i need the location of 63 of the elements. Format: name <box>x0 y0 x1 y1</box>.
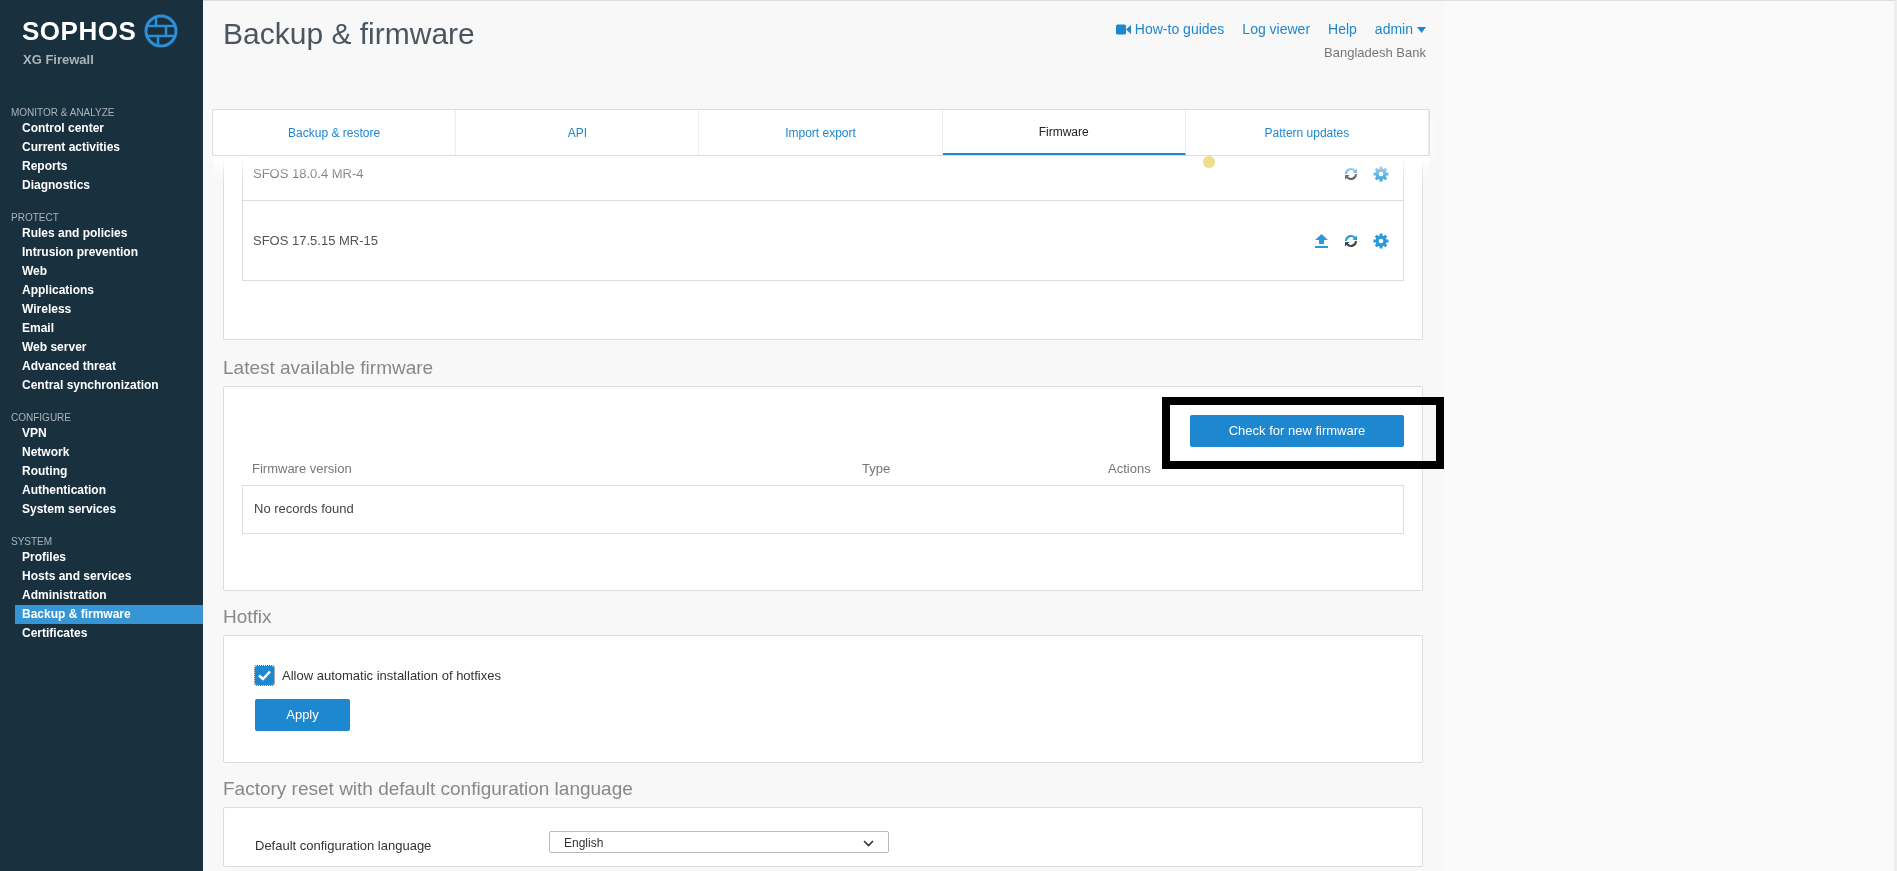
column-header: Actions <box>1108 460 1151 478</box>
column-header: Firmware version <box>252 460 353 478</box>
sidebar-item[interactable]: Web <box>15 261 203 281</box>
sidebar-item[interactable]: Profiles <box>15 547 203 567</box>
header-link[interactable]: Help <box>1328 19 1357 40</box>
section-heading: PROTECT <box>10 210 60 224</box>
tab[interactable]: API <box>456 110 700 155</box>
sidebar-item[interactable]: Advanced threat <box>15 356 203 376</box>
sidebar-item[interactable]: Certificates <box>15 623 203 643</box>
sidebar-item[interactable]: Current activities <box>15 137 203 157</box>
sidebar-item[interactable]: Reports <box>15 156 203 176</box>
tab[interactable]: Backup & restore <box>213 110 457 155</box>
empty-message: No records found <box>254 500 354 519</box>
sidebar-item[interactable]: Administration <box>15 585 203 605</box>
refresh-icon[interactable] <box>1343 166 1359 182</box>
sidebar-item[interactable]: Rules and policies <box>15 223 203 243</box>
sidebar-item[interactable]: Web server <box>15 337 203 357</box>
check-firmware-button[interactable]: Check for new firmware <box>1190 415 1404 447</box>
field-label: Default configuration language <box>255 837 433 855</box>
section-heading: MONITOR & ANALYZE <box>10 105 116 119</box>
sidebar-item[interactable]: Hosts and services <box>15 566 203 586</box>
firmware-version: SFOS 17.5.15 MR-15 <box>253 231 378 250</box>
sidebar-item[interactable]: Routing <box>15 461 203 481</box>
language-select[interactable]: English <box>549 831 889 853</box>
sidebar-item[interactable]: Email <box>15 318 203 338</box>
sidebar-item[interactable]: Control center <box>15 118 203 138</box>
globe-icon <box>144 14 179 48</box>
upload-icon[interactable] <box>1314 232 1329 249</box>
organization-name: Bangladesh Bank <box>1324 44 1426 62</box>
brand-logo: SOPHOS <box>22 18 137 44</box>
checkbox[interactable] <box>255 665 274 685</box>
tab[interactable]: Import export <box>699 110 943 155</box>
video-camera-icon <box>1115 24 1131 35</box>
user-menu[interactable]: admin <box>1374 19 1426 40</box>
column-header: Type <box>862 460 892 478</box>
sidebar-item[interactable]: Wireless <box>15 299 203 319</box>
sidebar-item[interactable]: Authentication <box>15 480 203 500</box>
section-heading: Latest available firmware <box>223 356 435 380</box>
section-heading: SYSTEM <box>10 534 54 548</box>
header-link[interactable]: Log viewer <box>1242 19 1311 40</box>
page-title: Backup & firmware <box>223 19 475 52</box>
chevron-icon <box>863 840 874 847</box>
sidebar-item[interactable]: Central synchronization <box>15 375 203 395</box>
firmware-version: SFOS 18.0.4 MR-4 <box>253 165 364 184</box>
refresh-icon[interactable] <box>1343 232 1359 249</box>
sidebar-item[interactable]: Applications <box>15 280 203 300</box>
checkbox-label: Allow automatic installation of hotfixes <box>282 666 501 685</box>
caret-icon <box>1417 26 1426 33</box>
section-heading: CONFIGURE <box>10 410 72 424</box>
sidebar-item[interactable]: Intrusion prevention <box>15 242 203 262</box>
checkmark-icon <box>258 669 271 681</box>
sidebar-item[interactable]: Diagnostics <box>15 175 203 195</box>
sidebar-item[interactable]: System services <box>15 499 203 519</box>
section-heading: Hotfix <box>223 604 273 629</box>
how-to-link[interactable]: How-to guides <box>1115 19 1225 40</box>
product-name: XG Firewall <box>23 51 95 69</box>
section-heading: Factory reset with default configuration language <box>223 777 634 801</box>
apply-button[interactable]: Apply <box>255 699 350 731</box>
settings-icon[interactable] <box>1373 232 1389 249</box>
sidebar-item[interactable]: Network <box>15 442 203 462</box>
tab[interactable]: Pattern updates <box>1185 110 1429 155</box>
sidebar-item[interactable]: VPN <box>15 423 203 443</box>
settings-icon[interactable] <box>1373 166 1389 182</box>
